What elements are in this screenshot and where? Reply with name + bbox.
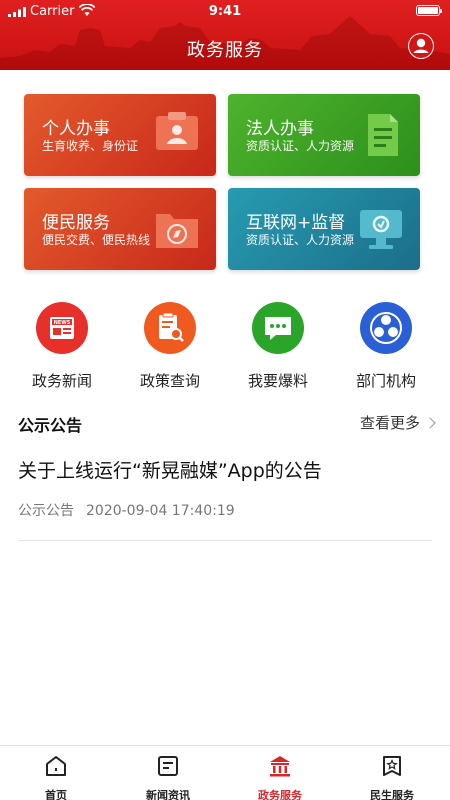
tab-livelihood[interactable]: 民生服务 [336, 754, 448, 800]
card-title: 法人办事 [246, 119, 314, 139]
quick-link-label: 政策查询 [139, 372, 200, 390]
battery-icon [416, 5, 442, 16]
home-icon [46, 756, 66, 776]
monitor-icon [360, 210, 402, 249]
tab-label: 首页 [45, 789, 67, 800]
card-title: 互联网+监督 [246, 213, 346, 233]
section-title: 公示公告 [18, 416, 83, 435]
tab-home[interactable]: 首页 [0, 754, 112, 800]
divider [18, 540, 432, 541]
chat-bubble-icon [252, 302, 304, 354]
card-personal-affairs[interactable]: 个人办事 生育收养、身份证 [24, 94, 216, 176]
folder-compass-icon [156, 214, 198, 248]
quick-link-gov-news[interactable]: NEWS 政务新闻 [12, 302, 112, 391]
card-title: 个人办事 [42, 119, 110, 139]
tab-label: 民生服务 [370, 789, 414, 800]
view-more-link[interactable]: 查看更多 [359, 412, 436, 433]
tab-news[interactable]: 新闻资讯 [112, 754, 224, 800]
bottom-tab-bar: 首页 新闻资讯 政务服务 民生服务 [0, 745, 450, 800]
card-corporate-affairs[interactable]: 法人办事 资质认证、人力资源 [228, 94, 420, 176]
notice-datetime: 2020-09-04 17:40:19 [86, 503, 235, 519]
star-badge-icon [383, 756, 401, 776]
card-subtitle: 便民交费、便民热线 [42, 233, 151, 247]
status-bar: Carrier 9:41 [0, 0, 450, 22]
quick-link-policy-search[interactable]: 政策查询 [120, 302, 220, 391]
page-title: 政务服务 [187, 40, 263, 61]
notice-meta: 公示公告 2020-09-04 17:40:19 [18, 500, 235, 520]
tab-gov-services[interactable]: 政务服务 [224, 754, 336, 800]
quick-link-departments[interactable]: 部门机构 [336, 302, 436, 391]
document-icon [368, 114, 398, 156]
quick-link-label: 我要爆料 [247, 372, 308, 390]
user-profile-button[interactable] [408, 33, 434, 59]
view-more-label: 查看更多 [359, 414, 420, 432]
card-subtitle: 生育收养、身份证 [42, 139, 139, 153]
quick-link-label: 政务新闻 [31, 372, 92, 390]
card-title: 便民服务 [42, 213, 110, 233]
card-convenience-services[interactable]: 便民服务 便民交费、便民热线 [24, 188, 216, 270]
organization-icon [360, 302, 412, 354]
policy-search-icon [144, 302, 196, 354]
quick-link-label: 部门机构 [355, 372, 416, 390]
government-building-icon [270, 756, 290, 777]
tab-label: 政务服务 [258, 789, 302, 800]
news-list-icon [158, 756, 178, 776]
quick-link-report[interactable]: 我要爆料 [228, 302, 328, 391]
news-icon: NEWS [36, 302, 88, 354]
svg-text:NEWS: NEWS [54, 320, 71, 326]
notice-title: 关于上线运行“新晃融媒”App的公告 [18, 460, 322, 482]
top-header: Carrier 9:41 政务服务 [0, 0, 450, 70]
card-subtitle: 资质认证、人力资源 [246, 139, 355, 153]
notice-category: 公示公告 [18, 503, 74, 519]
id-card-icon [156, 112, 198, 150]
card-internet-supervision[interactable]: 互联网+监督 资质认证、人力资源 [228, 188, 420, 270]
user-icon [409, 34, 433, 58]
tab-label: 新闻资讯 [146, 789, 190, 800]
clock: 9:41 [208, 4, 242, 19]
card-subtitle: 资质认证、人力资源 [246, 233, 355, 247]
chevron-right-icon [424, 417, 436, 429]
